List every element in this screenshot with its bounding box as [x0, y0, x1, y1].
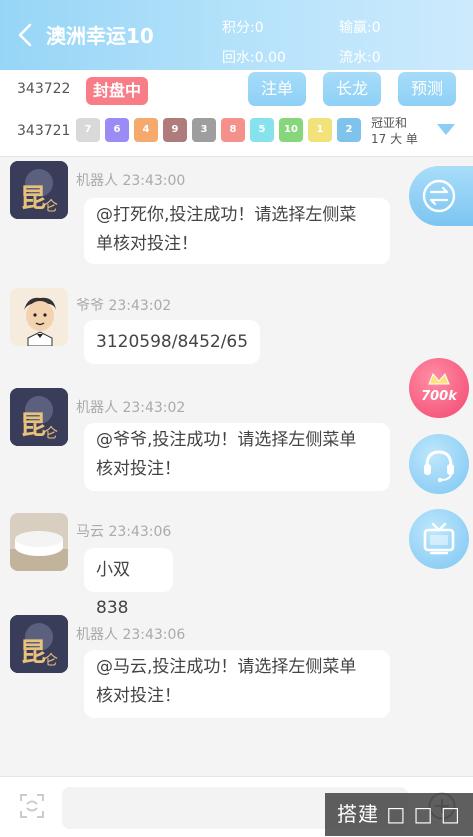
message-text-line: 单核对投注！ [96, 234, 198, 254]
back-arrow-icon[interactable] [14, 22, 38, 48]
message-time: 23:43:06 [122, 627, 186, 643]
promo-700k-button[interactable]: 700k [409, 358, 469, 418]
svg-text:昆: 昆 [20, 411, 46, 441]
svg-text:仑: 仑 [44, 653, 58, 669]
previous-issue-number: 343721 [17, 123, 71, 139]
message-text-line: 3120598/8452/65 [96, 332, 249, 352]
message-meta: 机器人 23:43:02 [76, 397, 185, 417]
champion-sum: 冠亚和 17 大 单 [371, 115, 418, 147]
message-text-line: 核对投注！ [96, 459, 181, 479]
message-time: 23:43:06 [108, 524, 172, 540]
sender-name: 机器人 [76, 173, 118, 189]
customer-service-button[interactable] [409, 434, 469, 494]
svg-text:昆: 昆 [20, 638, 46, 668]
message-text-line: @打死你,投注成功！请选择左侧菜 [96, 205, 357, 225]
message-bubble: @打死你,投注成功！请选择左侧菜 单核对投注！ [84, 198, 390, 264]
long-dragon-button[interactable]: 长龙 [323, 72, 381, 106]
message-bubble: 3120598/8452/65 [84, 320, 260, 364]
draw-info-bar: 343722 封盘中 注单 长龙 预测 343721 7 6 4 9 3 8 5… [0, 70, 473, 157]
headset-icon [424, 450, 454, 483]
switch-keyboard-icon[interactable] [17, 791, 47, 821]
message-bubble: @爷爷,投注成功！请选择左侧菜单 核对投注！ [84, 423, 390, 491]
tv-icon [423, 522, 455, 555]
message-meta: 马云 23:43:06 [76, 521, 171, 541]
crown-icon [428, 373, 450, 385]
message-text-line: 小双838 [96, 560, 130, 618]
result-ball: 7 [76, 118, 100, 142]
promo-label: 700k [421, 389, 457, 404]
result-ball: 8 [221, 118, 245, 142]
prediction-button[interactable]: 预测 [398, 72, 456, 106]
result-ball: 4 [134, 118, 158, 142]
turnover-stat: 流水:0 [339, 50, 381, 66]
robot-avatar[interactable]: 昆仑 [10, 161, 68, 219]
result-ball: 1 [308, 118, 332, 142]
win-loss-stat: 输赢:0 [339, 20, 381, 36]
message-time: 23:43:02 [122, 400, 186, 416]
result-ball: 10 [279, 118, 303, 142]
svg-text:昆: 昆 [20, 184, 46, 214]
message-bubble: @马云,投注成功！请选择左侧菜单 核对投注！ [84, 650, 390, 718]
result-ball: 9 [163, 118, 187, 142]
expand-triangle-icon[interactable] [437, 124, 455, 135]
points-stat: 积分:0 [222, 20, 264, 36]
user-avatar[interactable] [10, 513, 68, 571]
svg-text:仑: 仑 [44, 199, 58, 215]
message-text-line: @爷爷,投注成功！请选择左侧菜单 [96, 430, 357, 450]
message-time: 23:43:00 [122, 173, 186, 189]
champion-sum-label: 冠亚和 [371, 116, 408, 130]
message-time: 23:43:02 [108, 298, 172, 314]
result-ball: 5 [250, 118, 274, 142]
message-bubble: 小双838 [84, 548, 173, 618]
watermark-overlay: 搭建 □ □ □ [325, 793, 473, 836]
champion-sum-result: 17 大 单 [371, 132, 418, 146]
app-header: 澳洲幸运10 积分:0 输赢:0 回水:0.00 流水:0 [0, 0, 473, 70]
bet-slip-button[interactable]: 注单 [248, 72, 306, 106]
message-meta: 机器人 23:43:06 [76, 624, 185, 644]
sender-name: 爷爷 [76, 298, 104, 314]
live-tv-button[interactable] [409, 509, 469, 569]
swap-arrows-icon [422, 179, 456, 213]
result-ball: 3 [192, 118, 216, 142]
message-text-line: 核对投注！ [96, 686, 181, 706]
sender-name: 机器人 [76, 627, 118, 643]
robot-avatar[interactable]: 昆仑 [10, 388, 68, 446]
rebate-stat: 回水:0.00 [222, 50, 286, 66]
status-badge: 封盘中 [86, 77, 148, 105]
switch-button[interactable] [409, 166, 473, 226]
svg-text:仑: 仑 [44, 426, 58, 442]
result-ball: 6 [105, 118, 129, 142]
sender-name: 马云 [76, 524, 104, 540]
message-meta: 机器人 23:43:00 [76, 170, 185, 190]
current-issue-number: 343722 [17, 81, 71, 97]
robot-avatar[interactable]: 昆仑 [10, 615, 68, 673]
user-avatar[interactable] [10, 288, 68, 346]
sender-name: 机器人 [76, 400, 118, 416]
message-text-line: @马云,投注成功！请选择左侧菜单 [96, 657, 357, 677]
page-title: 澳洲幸运10 [46, 24, 154, 48]
result-ball: 2 [337, 118, 361, 142]
message-meta: 爷爷 23:43:02 [76, 295, 171, 315]
